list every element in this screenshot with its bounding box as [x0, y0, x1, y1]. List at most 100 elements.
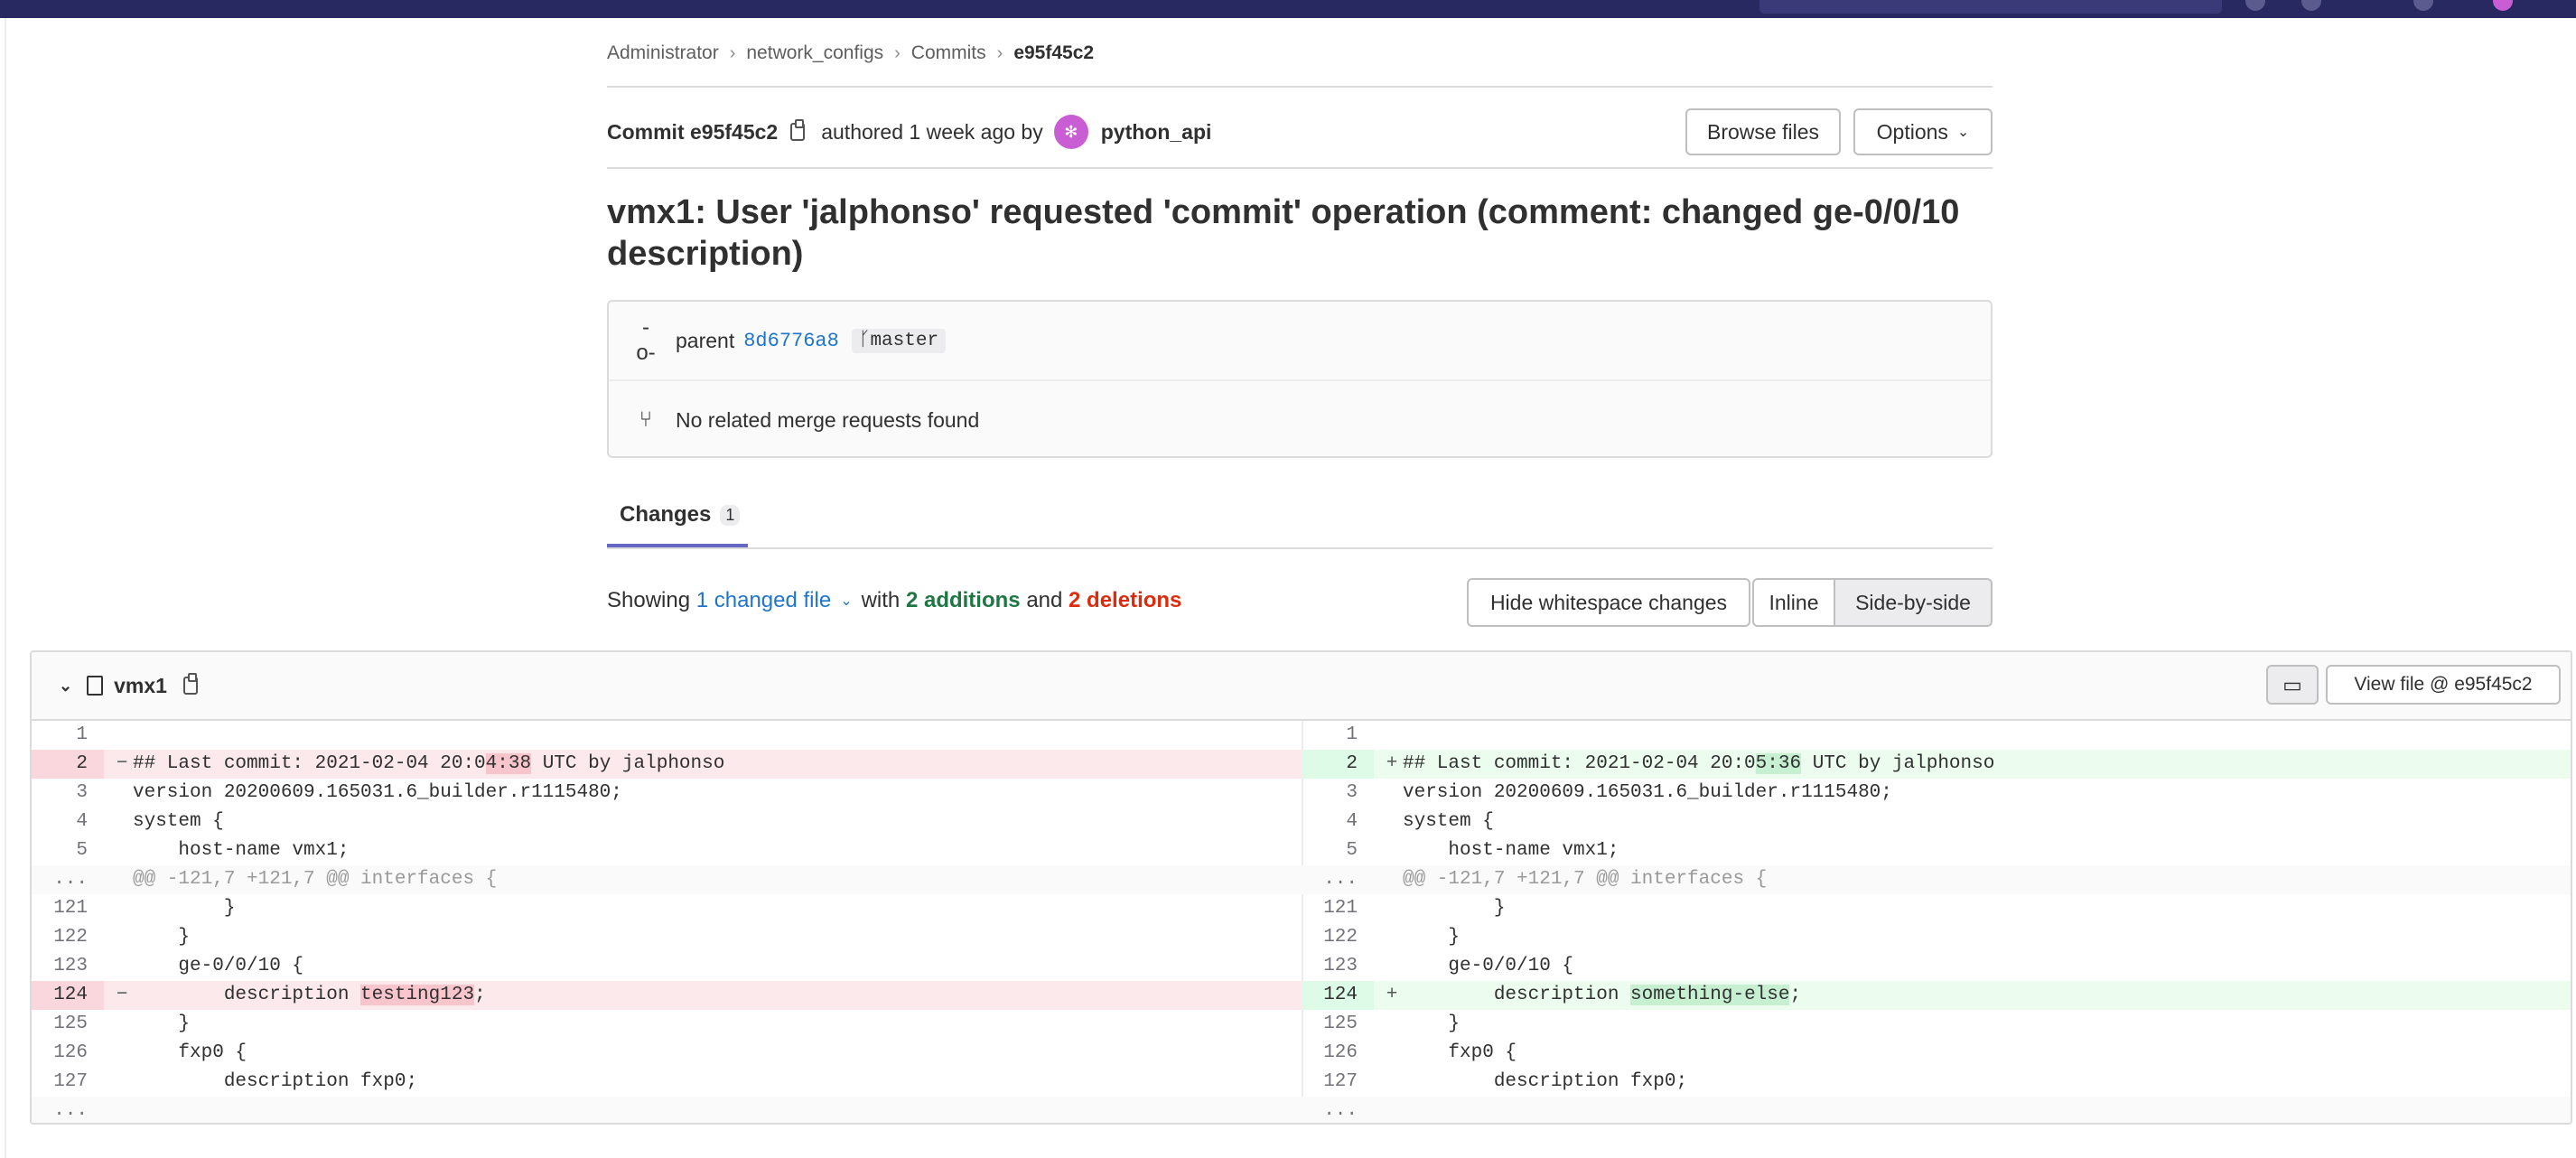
side-by-side-view-button[interactable]: Side-by-side	[1834, 578, 1993, 627]
code-segment: ;	[1789, 985, 1802, 1005]
user-avatar[interactable]	[2493, 0, 2513, 11]
merge-requests-icon[interactable]	[2301, 0, 2321, 11]
diff-file-header: ⌄ vmx1 ▭ View file @ e95f45c2	[32, 652, 2571, 721]
line-number[interactable]: 3	[1302, 779, 1374, 808]
line-number[interactable]: 122	[32, 923, 104, 952]
line-number[interactable]: 123	[1302, 952, 1374, 981]
breadcrumb-separator-icon: ›	[729, 42, 736, 63]
line-number[interactable]: 121	[32, 894, 104, 923]
diff-line: 1	[32, 721, 1302, 750]
line-number[interactable]: 1	[1302, 721, 1374, 750]
diff-line: 122 }	[32, 923, 1302, 952]
line-number[interactable]: ...	[32, 865, 104, 894]
commit-label: Commit	[607, 119, 685, 144]
line-number[interactable]: 126	[1302, 1039, 1374, 1068]
breadcrumb: Administrator › network_configs › Commit…	[607, 40, 1993, 67]
code-text: @@ -121,7 +121,7 @@ interfaces {	[133, 869, 498, 890]
diff-line: ... @@ -121,7 +121,7 @@ interfaces {	[32, 865, 1302, 894]
copy-icon[interactable]	[790, 119, 806, 141]
line-number[interactable]: 122	[1302, 923, 1374, 952]
diff-left-pane: 1 2− ## Last commit: 2021-02-04 20:04:38 U…	[32, 721, 1302, 1123]
chevron-down-icon[interactable]: ⌄	[59, 677, 72, 696]
diff-line: 5 host-name vmx1;	[32, 836, 1302, 865]
comment-icon[interactable]: ▭	[2266, 665, 2319, 705]
line-number[interactable]: ...	[1302, 865, 1374, 894]
view-file-button[interactable]: View file @ e95f45c2	[2326, 665, 2561, 705]
branch-badge[interactable]: ᚴmaster	[851, 328, 947, 353]
search-bar[interactable]	[1759, 0, 2222, 14]
line-number[interactable]: 4	[32, 808, 104, 836]
divider	[607, 167, 1993, 169]
line-number[interactable]: ...	[32, 1097, 104, 1123]
merge-request-icon: ⑂	[639, 407, 653, 432]
line-number[interactable]: 5	[1302, 836, 1374, 865]
line-number[interactable]: 127	[1302, 1068, 1374, 1097]
tab-changes-label: Changes	[620, 502, 712, 527]
code-text: }	[1403, 1013, 1461, 1034]
code-text: ## Last commit: 2021-02-04 20:04:38 UTC …	[133, 750, 724, 779]
line-number[interactable]: 124	[1302, 981, 1374, 1010]
inline-view-button[interactable]: Inline	[1752, 578, 1835, 627]
commit-title: vmx1: User 'jalphonso' requested 'commit…	[607, 193, 1960, 273]
breadcrumb-separator-icon: ›	[894, 42, 901, 63]
chevron-down-icon[interactable]: ⌄	[840, 592, 852, 610]
line-number[interactable]: ...	[1302, 1097, 1374, 1123]
code-text: }	[1403, 898, 1506, 919]
diff-line: ...	[1302, 1097, 2571, 1123]
diff-line: 5 host-name vmx1;	[1302, 836, 2571, 865]
copy-icon[interactable]	[182, 673, 198, 695]
changed-segment: 5:36	[1755, 753, 1802, 774]
diff-line: 127 description fxp0;	[1302, 1068, 2571, 1097]
line-number[interactable]: 127	[32, 1068, 104, 1097]
line-number[interactable]: 1	[32, 721, 104, 750]
diff-file: ⌄ vmx1 ▭ View file @ e95f45c2 1 2− ## Last…	[30, 650, 2572, 1125]
line-number[interactable]: 126	[32, 1039, 104, 1068]
author-name[interactable]: python_api	[1101, 120, 1212, 145]
code-text: host-name vmx1;	[133, 840, 350, 861]
file-name[interactable]: vmx1	[114, 674, 167, 698]
diff-line: ...	[32, 1097, 1302, 1123]
code-segment: UTC by jalphonso	[531, 753, 725, 774]
code-text: host-name vmx1;	[1403, 840, 1619, 861]
parent-sha-link[interactable]: 8d6776a8	[743, 330, 839, 352]
breadcrumb-item-owner[interactable]: Administrator	[607, 42, 719, 64]
issues-icon[interactable]	[2245, 0, 2265, 11]
diff-line: 124− description testing123;	[32, 981, 1302, 1010]
deletion-marker: −	[116, 753, 128, 774]
line-number[interactable]: 124	[32, 981, 104, 1010]
parent-label: parent	[676, 328, 735, 352]
changed-segment: something-else	[1630, 985, 1790, 1005]
breadcrumb-item-project[interactable]: network_configs	[746, 42, 883, 64]
line-number[interactable]: 4	[1302, 808, 1374, 836]
browse-files-button[interactable]: Browse files	[1685, 108, 1841, 155]
line-number[interactable]: 3	[32, 779, 104, 808]
options-label: Options	[1876, 119, 1948, 144]
breadcrumb-item-current[interactable]: e95f45c2	[1013, 42, 1094, 64]
line-number[interactable]: 123	[32, 952, 104, 981]
code-text: ge-0/0/10 {	[133, 956, 304, 976]
diff-line: 1	[1302, 721, 2571, 750]
commit-icon: -o-	[636, 315, 656, 365]
line-number[interactable]: 125	[32, 1010, 104, 1039]
line-number[interactable]: 121	[1302, 894, 1374, 923]
diff-line: 2− ## Last commit: 2021-02-04 20:04:38 UT…	[32, 750, 1302, 779]
diff-line: ... @@ -121,7 +121,7 @@ interfaces {	[1302, 865, 2571, 894]
line-number[interactable]: 125	[1302, 1010, 1374, 1039]
code-text: version 20200609.165031.6_builder.r11154…	[133, 782, 622, 803]
options-dropdown-button[interactable]: Options ⌄	[1853, 108, 1993, 155]
line-number[interactable]: 2	[32, 750, 104, 779]
deletion-marker: −	[116, 985, 128, 1005]
author-avatar[interactable]: ✻	[1053, 115, 1088, 149]
changed-files-dropdown[interactable]: 1 changed file	[696, 588, 831, 613]
diff-line: 123 ge-0/0/10 {	[1302, 952, 2571, 981]
line-number[interactable]: 5	[32, 836, 104, 865]
diff-line: 3 version 20200609.165031.6_builder.r1115…	[1302, 779, 2571, 808]
and-text: and	[1026, 588, 1063, 612]
code-text: description something-else;	[1403, 981, 1801, 1010]
tab-changes[interactable]: Changes 1	[607, 486, 748, 547]
hide-whitespace-button[interactable]: Hide whitespace changes	[1467, 578, 1750, 627]
diff-line: 3 version 20200609.165031.6_builder.r1115…	[32, 779, 1302, 808]
help-icon[interactable]	[2413, 0, 2433, 11]
breadcrumb-item-commits[interactable]: Commits	[911, 42, 986, 64]
line-number[interactable]: 2	[1302, 750, 1374, 779]
